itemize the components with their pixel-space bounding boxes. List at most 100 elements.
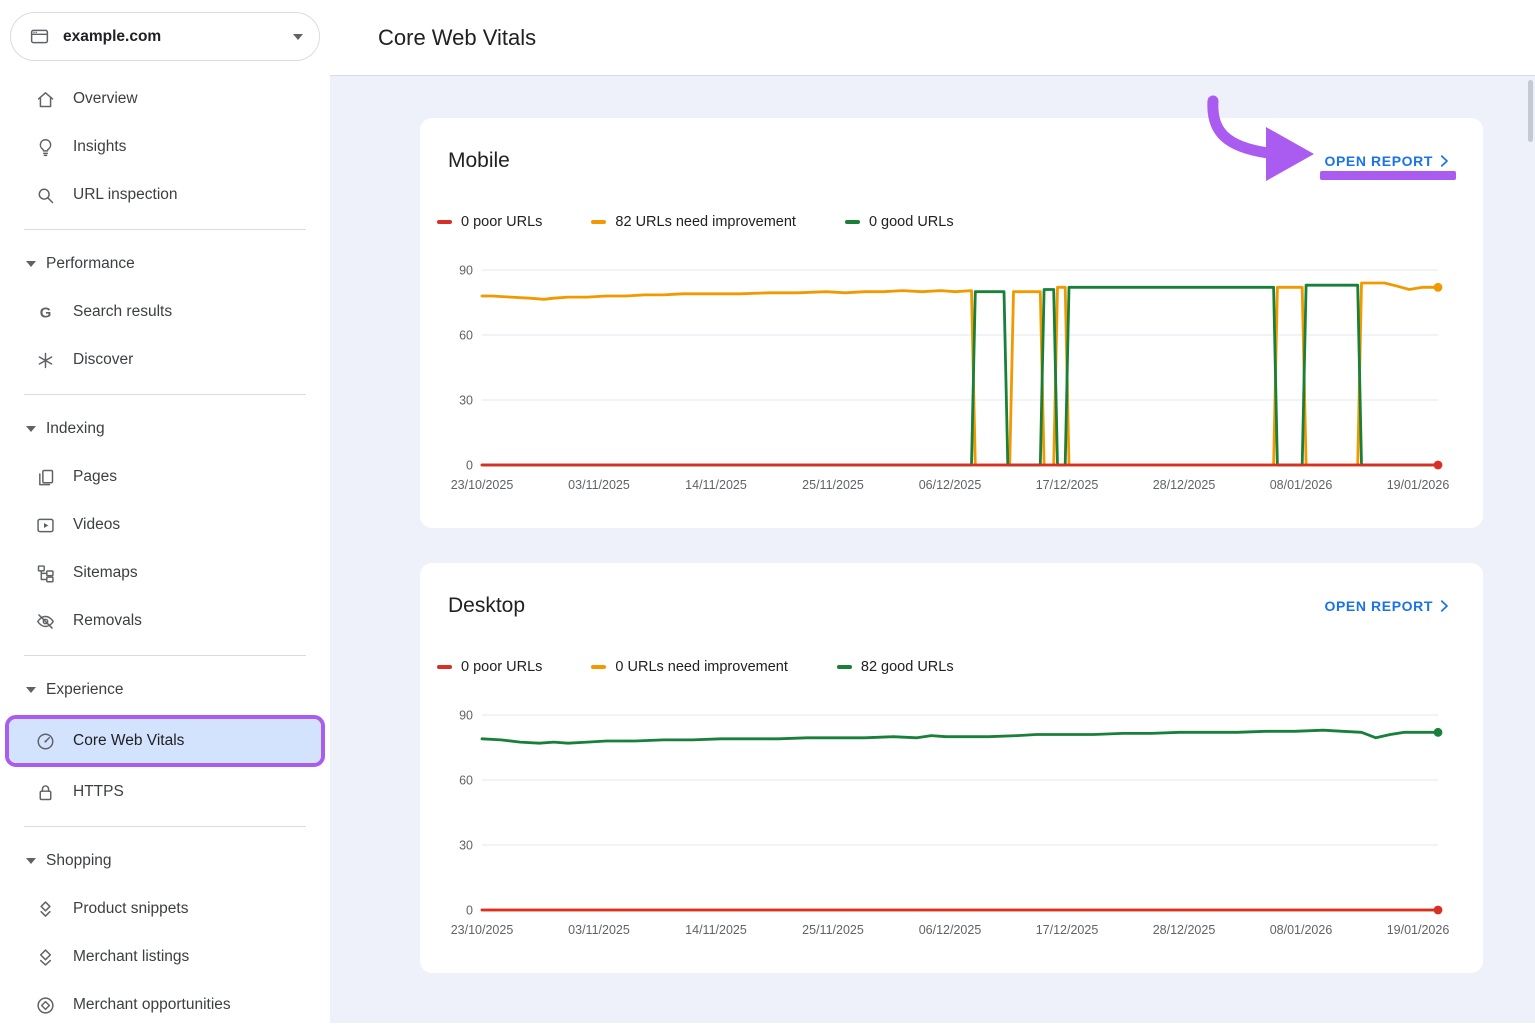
sidebar-item-label: Product snippets <box>73 900 188 918</box>
sidebar-item-search-results[interactable]: G Search results <box>0 288 330 336</box>
svg-text:90: 90 <box>459 709 473 723</box>
listings-icon <box>34 946 56 968</box>
open-report-label: OPEN REPORT <box>1324 153 1433 169</box>
sidebar-item-label: Overview <box>73 90 138 108</box>
svg-text:23/10/2025: 23/10/2025 <box>451 478 514 492</box>
sidebar-item-videos[interactable]: Videos <box>0 501 330 549</box>
sidebar-item-url-inspection[interactable]: URL inspection <box>0 171 330 219</box>
main-header: Core Web Vitals <box>330 0 1535 76</box>
svg-text:60: 60 <box>459 774 473 788</box>
legend-dash-need-improvement <box>591 220 606 224</box>
sidebar-item-overview[interactable]: Overview <box>0 75 330 123</box>
sidebar-item-label: Sitemaps <box>73 564 138 582</box>
sidebar-item-merchant-listings[interactable]: Merchant listings <box>0 933 330 981</box>
svg-text:30: 30 <box>459 839 473 853</box>
sidebar-section-experience[interactable]: Experience <box>0 666 330 714</box>
section-label: Shopping <box>46 852 112 870</box>
caret-down-icon <box>26 426 36 432</box>
sidebar-item-discover[interactable]: Discover <box>0 336 330 384</box>
legend-label: 82 good URLs <box>861 659 954 675</box>
cwv-chart-mobile: 030609023/10/202503/11/202514/11/202525/… <box>448 258 1453 503</box>
sidebar-divider <box>24 394 306 395</box>
svg-text:08/01/2026: 08/01/2026 <box>1270 923 1333 937</box>
svg-text:28/12/2025: 28/12/2025 <box>1153 923 1216 937</box>
open-report-link-desktop[interactable]: OPEN REPORT <box>1324 597 1453 615</box>
svg-text:0: 0 <box>466 459 473 473</box>
legend-item-good[interactable]: 82 good URLs <box>837 659 954 675</box>
legend-item-good[interactable]: 0 good URLs <box>845 214 954 230</box>
sidebar-item-core-web-vitals[interactable]: Core Web Vitals <box>9 719 321 763</box>
sidebar-item-https[interactable]: HTTPS <box>0 768 330 816</box>
chart-legend-mobile: 0 poor URLs 82 URLs need improvement 0 g… <box>420 212 1483 232</box>
caret-down-icon <box>26 687 36 693</box>
scrollbar-thumb[interactable] <box>1528 80 1533 142</box>
sidebar-item-removals[interactable]: Removals <box>0 597 330 645</box>
svg-text:17/12/2025: 17/12/2025 <box>1036 923 1099 937</box>
sidebar-item-label: Videos <box>73 516 120 534</box>
svg-text:06/12/2025: 06/12/2025 <box>919 923 982 937</box>
legend-item-need-improvement[interactable]: 0 URLs need improvement <box>591 659 787 675</box>
opportunities-icon <box>34 994 56 1016</box>
sidebar-item-label: Core Web Vitals <box>73 732 184 750</box>
svg-text:23/10/2025: 23/10/2025 <box>451 923 514 937</box>
cwv-chart-desktop: 0 30 60 90 23/10/2025 03/11/2025 14/11/2025 25/… <box>448 703 1453 948</box>
legend-label: 0 URLs need improvement <box>615 659 787 675</box>
svg-text:14/11/2025: 14/11/2025 <box>685 923 747 937</box>
card-desktop: Desktop OPEN REPORT 0 poor URLs 0 URLs n… <box>420 563 1483 973</box>
site-icon <box>28 26 50 48</box>
magnifier-icon <box>34 184 56 206</box>
svg-text:25/11/2025: 25/11/2025 <box>802 478 864 492</box>
snippets-icon <box>34 898 56 920</box>
sitemap-icon <box>34 562 56 584</box>
sidebar-item-sitemaps[interactable]: Sitemaps <box>0 549 330 597</box>
sidebar-item-pages[interactable]: Pages <box>0 453 330 501</box>
sidebar: example.com Overview Insights URL inspec… <box>0 0 330 1023</box>
svg-text:30: 30 <box>459 394 473 408</box>
page-title: Core Web Vitals <box>378 25 536 51</box>
annotation-highlight-box: Core Web Vitals <box>5 715 325 767</box>
svg-text:25/11/2025: 25/11/2025 <box>802 923 864 937</box>
sidebar-item-merchant-opportunities[interactable]: Merchant opportunities <box>0 981 330 1029</box>
sidebar-item-label: Removals <box>73 612 142 630</box>
open-report-link-mobile[interactable]: OPEN REPORT <box>1324 152 1453 170</box>
legend-item-poor[interactable]: 0 poor URLs <box>437 214 542 230</box>
svg-text:90: 90 <box>459 264 473 278</box>
svg-text:19/01/2026: 19/01/2026 <box>1387 923 1450 937</box>
property-selector[interactable]: example.com <box>10 12 320 61</box>
sidebar-item-product-snippets[interactable]: Product snippets <box>0 885 330 933</box>
svg-text:08/01/2026: 08/01/2026 <box>1270 478 1333 492</box>
sidebar-section-shopping[interactable]: Shopping <box>0 837 330 885</box>
legend-item-poor[interactable]: 0 poor URLs <box>437 659 542 675</box>
sidebar-item-label: Merchant opportunities <box>73 996 231 1014</box>
svg-text:17/12/2025: 17/12/2025 <box>1036 478 1099 492</box>
legend-dash-good <box>845 220 860 224</box>
legend-dash-poor <box>437 665 452 669</box>
svg-text:G: G <box>39 305 51 321</box>
section-label: Performance <box>46 255 135 273</box>
sidebar-nav: Overview Insights URL inspection Perform… <box>0 75 330 1029</box>
svg-text:03/11/2025: 03/11/2025 <box>568 478 630 492</box>
speedometer-icon <box>34 730 56 752</box>
sidebar-section-indexing[interactable]: Indexing <box>0 405 330 453</box>
svg-text:03/11/2025: 03/11/2025 <box>568 923 630 937</box>
lightbulb-icon <box>34 136 56 158</box>
sidebar-item-label: Merchant listings <box>73 948 189 966</box>
legend-dash-need-improvement <box>591 665 606 669</box>
pages-icon <box>34 466 56 488</box>
sidebar-section-performance[interactable]: Performance <box>0 240 330 288</box>
sidebar-item-label: HTTPS <box>73 783 124 801</box>
card-mobile: Mobile OPEN REPORT 0 poor URLs 82 URLs n… <box>420 118 1483 528</box>
sidebar-item-label: Insights <box>73 138 126 156</box>
svg-text:06/12/2025: 06/12/2025 <box>919 478 982 492</box>
sidebar-item-label: Search results <box>73 303 172 321</box>
caret-down-icon <box>26 858 36 864</box>
home-icon <box>34 88 56 110</box>
sidebar-item-insights[interactable]: Insights <box>0 123 330 171</box>
legend-label: 0 poor URLs <box>461 214 542 230</box>
caret-down-icon <box>293 34 303 40</box>
svg-text:0: 0 <box>466 904 473 918</box>
property-label: example.com <box>63 28 280 46</box>
open-report-label: OPEN REPORT <box>1324 598 1433 614</box>
legend-item-need-improvement[interactable]: 82 URLs need improvement <box>591 214 796 230</box>
svg-text:60: 60 <box>459 329 473 343</box>
